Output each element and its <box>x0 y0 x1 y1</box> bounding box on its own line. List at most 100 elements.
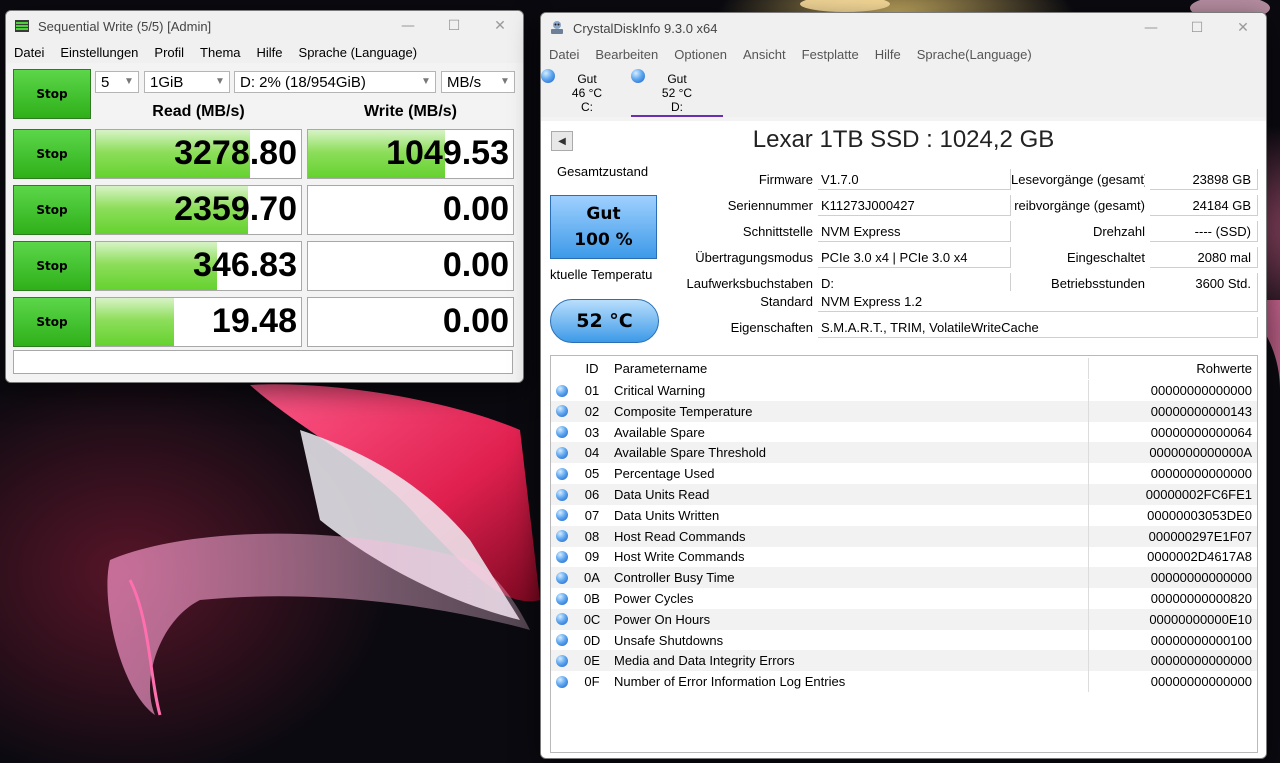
smart-table-row[interactable]: 0D Unsafe Shutdowns 00000000000100 <box>551 629 1257 651</box>
smart-id: 0C <box>583 611 601 627</box>
menu-einstellungen[interactable]: Einstellungen <box>52 45 146 60</box>
menu-profil[interactable]: Profil <box>146 45 192 60</box>
menu-hilfe[interactable]: Hilfe <box>867 47 909 62</box>
smart-table-row[interactable]: 0F Number of Error Information Log Entrie… <box>551 671 1257 693</box>
standard-value: NVM Express 1.2 <box>818 291 1258 312</box>
smart-name: Available Spare <box>611 421 1089 443</box>
stop-all-button[interactable]: Stop <box>13 69 91 119</box>
smart-raw: 00000000000000 <box>1150 674 1252 690</box>
health-orb-icon <box>551 592 573 605</box>
info-value: PCIe 3.0 x4 | PCIe 3.0 x4 <box>818 247 1011 268</box>
menu-ansicht[interactable]: Ansicht <box>735 47 794 62</box>
read-result-cell: 2359.70 <box>95 185 302 235</box>
smart-id: 07 <box>584 507 600 523</box>
minimize-icon[interactable]: — <box>1128 13 1174 43</box>
test-size-value: 1GiB <box>150 73 184 91</box>
smart-raw: 00000003053DE0 <box>1147 507 1252 523</box>
smart-raw: 0000002D4617A8 <box>1147 549 1252 565</box>
menu-bearbeiten[interactable]: Bearbeiten <box>587 47 666 62</box>
disk-tabs: Gut 46 °C C: Gut 52 °C D: <box>541 65 1266 117</box>
col-name[interactable]: Parametername <box>611 358 1089 379</box>
close-icon[interactable]: ✕ <box>477 11 523 41</box>
menu-festplatte[interactable]: Festplatte <box>794 47 867 62</box>
smart-raw: 00000000000820 <box>1150 591 1252 606</box>
smart-table[interactable]: ID Parametername Rohwerte 01 Critical War… <box>550 355 1258 753</box>
write-result-cell: 1049.53 <box>307 129 514 179</box>
stop-button[interactable]: Stop <box>13 185 91 235</box>
features-label: Eigenschaften <box>730 320 813 335</box>
health-orb-icon <box>551 530 573 543</box>
health-status-box[interactable]: Gut 100 % <box>550 195 657 259</box>
temperature-label: ktuelle Temperatu <box>550 267 653 282</box>
read-result-value: 2359.70 <box>174 190 297 228</box>
minimize-icon[interactable]: — <box>385 11 431 41</box>
smart-name: Power On Hours <box>611 608 1089 630</box>
write-result-cell: 0.00 <box>307 185 514 235</box>
health-orb-icon <box>551 426 573 439</box>
disk-tab-d[interactable]: Gut 52 °C D: <box>631 67 723 117</box>
smart-table-row[interactable]: 06 Data Units Read 00000002FC6FE1 <box>551 484 1257 505</box>
menu-sprache[interactable]: Sprache (Language) <box>291 45 426 60</box>
stop-button[interactable]: Stop <box>13 297 91 347</box>
info-value: 24184 GB <box>1150 195 1258 216</box>
stop-button[interactable]: Stop <box>13 129 91 179</box>
smart-table-row[interactable]: 0A Controller Busy Time 00000000000000 <box>551 567 1257 589</box>
col-id[interactable]: ID <box>573 361 611 376</box>
smart-id: 0F <box>584 674 600 690</box>
smart-table-row[interactable]: 07 Data Units Written 00000003053DE0 <box>551 504 1257 526</box>
cdi-details: ◀ Lexar 1TB SSD : 1024,2 GB Gesamtzustan… <box>541 121 1266 758</box>
read-header: Read (MB/s) <box>152 103 245 120</box>
col-raw[interactable]: Rohwerte <box>1089 361 1257 376</box>
maximize-icon[interactable]: ☐ <box>1174 13 1220 43</box>
menu-thema[interactable]: Thema <box>192 45 248 60</box>
smart-table-row[interactable]: 03 Available Spare 00000000000064 <box>551 421 1257 443</box>
info-value: V1.7.0 <box>818 169 1011 190</box>
temperature-pill[interactable]: 52 °C <box>550 299 659 343</box>
disk-tab-temp: 46 °C <box>571 86 603 100</box>
menu-datei[interactable]: Datei <box>6 45 52 60</box>
info-value: 2080 mal <box>1150 247 1258 268</box>
smart-table-row[interactable]: 01 Critical Warning 00000000000000 <box>551 380 1257 401</box>
smart-raw: 0000000000000A <box>1149 445 1252 461</box>
smart-name: Data Units Written <box>611 504 1089 526</box>
health-orb-icon <box>551 675 573 688</box>
smart-table-row[interactable]: 04 Available Spare Threshold 0000000000000… <box>551 442 1257 464</box>
smart-raw: 00000000000064 <box>1150 424 1252 440</box>
menu-hilfe[interactable]: Hilfe <box>249 45 291 60</box>
disk-tab-c[interactable]: Gut 46 °C C: <box>541 67 633 115</box>
smart-id: 0D <box>583 632 601 648</box>
cdi-titlebar[interactable]: CrystalDiskInfo 9.3.0 x64 — ☐ ✕ <box>541 13 1266 43</box>
read-result-value: 3278.80 <box>174 134 297 172</box>
test-size-select[interactable]: 1GiB ▼ <box>144 71 230 93</box>
smart-table-row[interactable]: 0E Media and Data Integrity Errors 0000000… <box>551 650 1257 672</box>
cdm-titlebar[interactable]: Sequential Write (5/5) [Admin] — ☐ ✕ <box>6 11 523 41</box>
features-value: S.M.A.R.T., TRIM, VolatileWriteCache <box>818 317 1258 338</box>
smart-raw: 00000000000000 <box>1150 383 1252 398</box>
stop-button[interactable]: Stop <box>13 241 91 291</box>
smart-id: 03 <box>584 424 600 440</box>
test-count-select[interactable]: 5 ▼ <box>95 71 139 93</box>
maximize-icon[interactable]: ☐ <box>431 11 477 41</box>
menu-datei[interactable]: Datei <box>541 47 587 62</box>
smart-table-row[interactable]: 09 Host Write Commands 0000002D4617A8 <box>551 546 1257 568</box>
info-label: Drehzahl <box>1092 224 1145 239</box>
unit-select[interactable]: MB/s ▼ <box>441 71 515 93</box>
smart-table-row[interactable]: 0B Power Cycles 00000000000820 <box>551 588 1257 609</box>
write-result-value: 0.00 <box>442 190 509 228</box>
smart-name: Media and Data Integrity Errors <box>611 650 1089 672</box>
smart-table-row[interactable]: 0C Power On Hours 00000000000E10 <box>551 608 1257 630</box>
menu-optionen[interactable]: Optionen <box>666 47 735 62</box>
drive-select[interactable]: D: 2% (18/954GiB) ▼ <box>234 71 436 93</box>
health-orb-icon <box>551 613 573 626</box>
smart-name: Host Write Commands <box>611 546 1089 568</box>
smart-table-row[interactable]: 02 Composite Temperature 00000000000143 <box>551 400 1257 422</box>
chevron-down-icon: ▼ <box>124 76 134 87</box>
smart-table-row[interactable]: 08 Host Read Commands 000000297E1F07 <box>551 525 1257 547</box>
smart-id: 02 <box>584 403 600 419</box>
disk-tab-letter: D: <box>671 100 683 114</box>
close-icon[interactable]: ✕ <box>1220 13 1266 43</box>
menu-sprache[interactable]: Sprache(Language) <box>909 47 1040 62</box>
info-value: 23898 GB <box>1150 169 1258 190</box>
smart-table-row[interactable]: 05 Percentage Used 00000000000000 <box>551 463 1257 485</box>
smart-name: Available Spare Threshold <box>611 442 1089 464</box>
